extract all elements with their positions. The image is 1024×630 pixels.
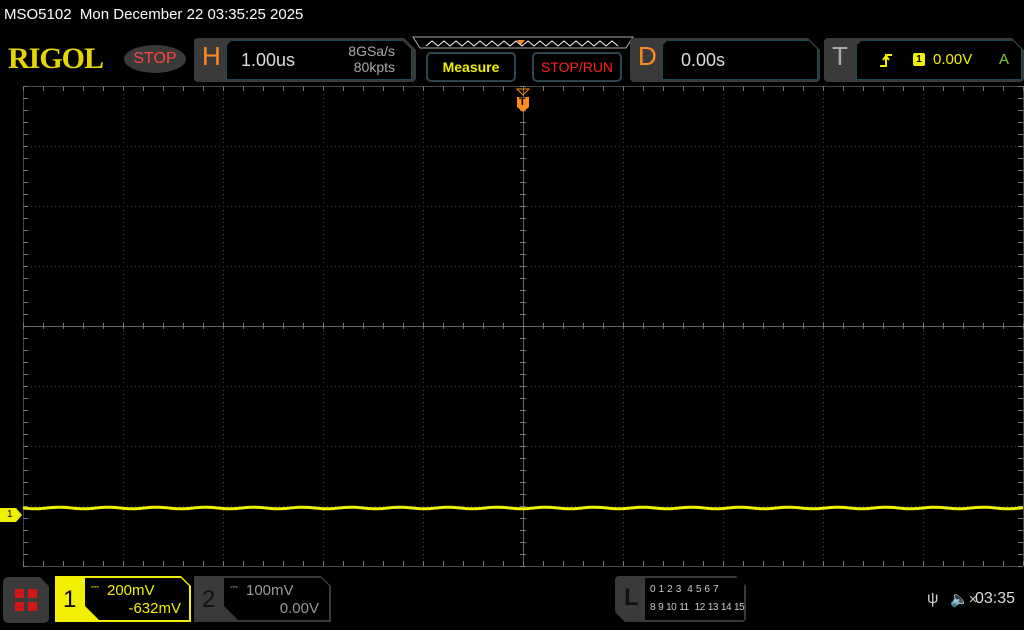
- logic-channel-label: 7: [712, 584, 719, 595]
- logic-channel-label: 6: [704, 584, 710, 595]
- channel-1-trace: [23, 505, 1024, 511]
- model-name: MSO5102: [4, 6, 72, 23]
- channel-2-offset: 0.00V: [279, 600, 319, 617]
- logic-channels-8-15: 8 9 10 11 12 13 14 15: [650, 602, 747, 613]
- logic-channel-label: 12: [694, 602, 705, 613]
- logic-panel[interactable]: L 01234567 8 9 10 11 12 13 14 15: [615, 576, 746, 622]
- delay-value: 0.00s: [681, 50, 726, 70]
- channel-2-panel[interactable]: 2 ⎓ 100mV 0.00V: [194, 576, 331, 622]
- stop-run-button[interactable]: STOP/RUN: [532, 52, 622, 82]
- logic-channels-0-7: 01234567: [650, 584, 722, 595]
- logic-channel-label: 0: [650, 584, 656, 595]
- speaker-muted-icon[interactable]: 🔈×: [950, 590, 977, 608]
- trigger-position-marker[interactable]: T: [515, 88, 531, 112]
- logic-channel-label: 10: [666, 602, 677, 613]
- trigger-source-badge: 1: [913, 53, 925, 66]
- logic-channel-label: 8: [650, 602, 656, 613]
- datetime: Mon December 22 03:35:25 2025: [79, 6, 304, 23]
- trigger-panel[interactable]: T 1 0.00V A: [824, 38, 1024, 82]
- rising-edge-icon: [879, 52, 893, 68]
- graticule: [23, 86, 1024, 567]
- logic-channel-label: 9: [658, 602, 664, 613]
- memory-depth: 80kpts: [353, 59, 395, 75]
- trigger-mode: A: [999, 51, 1010, 68]
- channel-1-offset: -632mV: [128, 600, 181, 617]
- delay-panel[interactable]: D 0.00s: [630, 38, 820, 82]
- horizontal-panel[interactable]: H 1.00us 8GSa/s 80kpts: [194, 38, 416, 82]
- logic-channel-label: 15: [734, 602, 745, 613]
- trigger-level: 0.00V: [933, 51, 973, 68]
- logic-channel-label: 13: [707, 602, 718, 613]
- measure-button[interactable]: Measure: [426, 52, 516, 82]
- channel-1-panel[interactable]: 1 ⎓ 200mV -632mV: [55, 576, 191, 622]
- delay-label: D: [638, 41, 657, 71]
- title-bar: MSO5102 Mon December 22 03:35:25 2025: [4, 6, 303, 23]
- sample-rate: 8GSa/s: [348, 43, 395, 59]
- logic-channel-label: 2: [667, 584, 673, 595]
- usb-icon: ψ: [927, 590, 939, 607]
- channel-1-offset-marker[interactable]: 1: [0, 508, 22, 522]
- logic-channel-label: 1: [658, 584, 665, 595]
- channel-1-scale: 200mV: [107, 582, 155, 599]
- rigol-logo: RIGOL: [8, 42, 104, 75]
- dc-coupling-icon: ⎓: [230, 582, 238, 593]
- logic-channel-label: 5: [695, 584, 702, 595]
- dc-coupling-icon: ⎓: [91, 582, 99, 593]
- menu-button[interactable]: [3, 577, 49, 623]
- waveform-grid[interactable]: [23, 86, 1024, 567]
- memory-overview-bar[interactable]: [412, 36, 634, 50]
- horizontal-label: H: [202, 41, 221, 71]
- grid-menu-icon: [15, 589, 37, 611]
- timebase-value: 1.00us: [241, 50, 296, 70]
- channel-2-scale: 100mV: [246, 582, 294, 599]
- trigger-label: T: [832, 41, 848, 71]
- run-status-badge[interactable]: STOP: [124, 45, 186, 73]
- logic-channel-label: 4: [687, 584, 693, 595]
- clock: 03:35: [975, 590, 1016, 607]
- logic-channel-label: 14: [720, 602, 732, 613]
- logic-channel-label: 11: [679, 602, 689, 613]
- logic-channel-label: 3: [675, 584, 682, 595]
